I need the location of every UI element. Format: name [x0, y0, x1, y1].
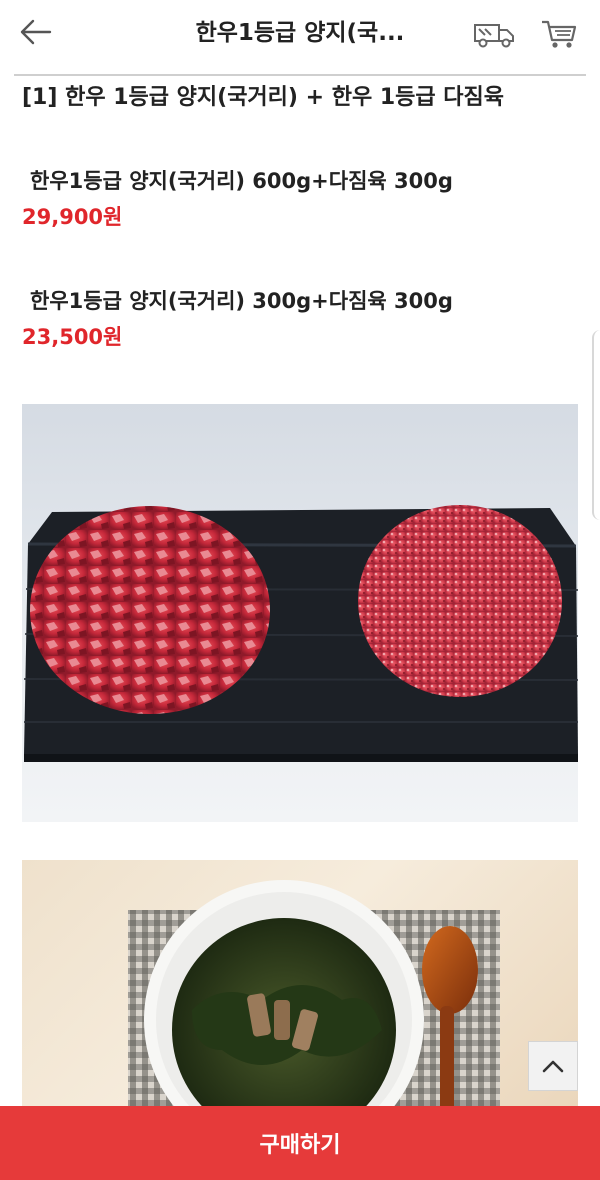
- option-item[interactable]: 한우1등급 양지(국거리) 600g+다짐육 300g 29,900원: [22, 166, 582, 232]
- delivery-truck-icon: [474, 24, 514, 48]
- option-item[interactable]: 한우1등급 양지(국거리) 300g+다짐육 300g 23,500원: [22, 286, 582, 352]
- chevron-up-icon: [542, 1060, 564, 1073]
- product-image-soup: [22, 860, 578, 1120]
- cart-button[interactable]: [536, 14, 582, 54]
- scroll-edge-indicator: [592, 330, 600, 520]
- option-name: 한우1등급 양지(국거리) 600g+다짐육 300g: [30, 169, 453, 193]
- header-divider: [14, 74, 586, 76]
- scroll-to-top-button[interactable]: [528, 1041, 578, 1091]
- shopping-cart-icon: [542, 20, 577, 48]
- buy-button[interactable]: 구매하기: [0, 1106, 600, 1180]
- option-name: 한우1등급 양지(국거리) 300g+다짐육 300g: [30, 289, 453, 313]
- product-title: [1] 한우 1등급 양지(국거리) + 한우 1등급 다짐육: [22, 85, 505, 110]
- product-detail-page: 한우1등급 양지(국... [1] 한우 1등급 양지(국거리) + 한우 1등…: [0, 0, 600, 1180]
- top-app-bar: 한우1등급 양지(국...: [0, 0, 600, 66]
- back-arrow-icon: [20, 19, 52, 45]
- meat-photo-illustration: [23, 505, 578, 762]
- page-title: 한우1등급 양지(국...: [195, 20, 405, 46]
- back-button[interactable]: [14, 12, 56, 52]
- option-price: 29,900원: [22, 205, 123, 229]
- option-price: 23,500원: [22, 325, 123, 349]
- delivery-button[interactable]: [470, 14, 518, 54]
- product-image-meat: [22, 404, 578, 822]
- soup-photo-illustration: [128, 880, 500, 1120]
